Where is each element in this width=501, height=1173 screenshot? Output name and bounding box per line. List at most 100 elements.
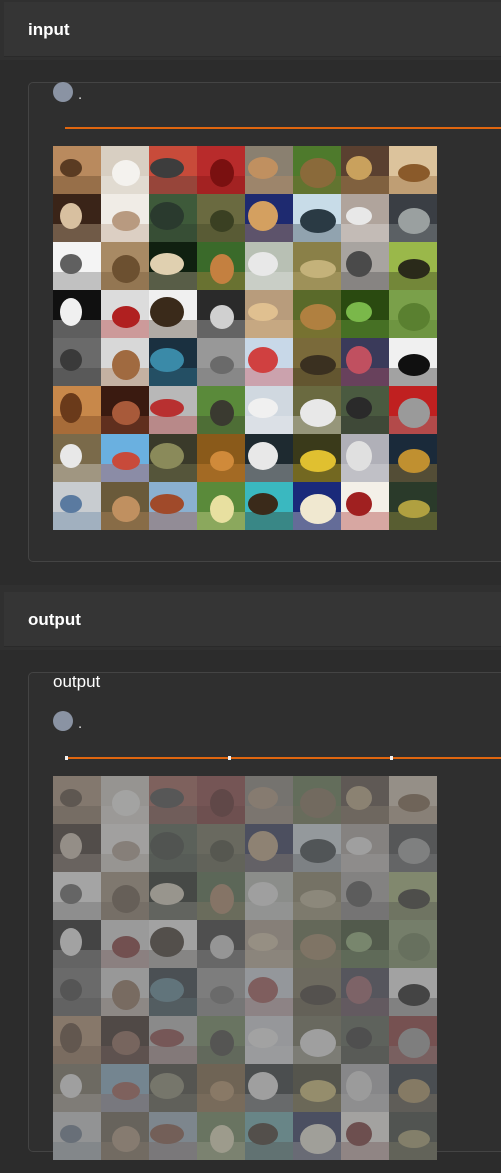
image-thumbnail xyxy=(149,146,197,194)
output-slider-track[interactable] xyxy=(65,756,501,760)
image-thumbnail xyxy=(149,1016,197,1064)
image-thumbnail xyxy=(197,824,245,872)
output-slider-tick xyxy=(390,756,393,760)
image-thumbnail xyxy=(341,1112,389,1160)
image-thumbnail xyxy=(245,968,293,1016)
image-thumbnail xyxy=(293,920,341,968)
image-thumbnail xyxy=(149,338,197,386)
image-thumbnail xyxy=(149,776,197,824)
image-thumbnail xyxy=(197,386,245,434)
image-thumbnail xyxy=(197,920,245,968)
image-thumbnail xyxy=(341,338,389,386)
image-thumbnail xyxy=(341,194,389,242)
image-thumbnail xyxy=(149,824,197,872)
image-thumbnail xyxy=(197,242,245,290)
image-thumbnail xyxy=(389,290,437,338)
image-thumbnail xyxy=(53,386,101,434)
image-thumbnail xyxy=(101,1016,149,1064)
image-thumbnail xyxy=(53,1016,101,1064)
image-thumbnail xyxy=(53,290,101,338)
image-thumbnail xyxy=(197,776,245,824)
image-thumbnail xyxy=(149,872,197,920)
image-thumbnail xyxy=(341,434,389,482)
image-thumbnail xyxy=(245,146,293,194)
image-thumbnail xyxy=(293,338,341,386)
image-thumbnail xyxy=(101,824,149,872)
image-thumbnail xyxy=(293,242,341,290)
image-thumbnail xyxy=(245,1064,293,1112)
input-slider-track[interactable] xyxy=(65,127,501,129)
output-panel-label: output xyxy=(53,672,101,691)
image-thumbnail xyxy=(293,290,341,338)
image-thumbnail xyxy=(293,1016,341,1064)
image-thumbnail xyxy=(293,482,341,530)
image-thumbnail xyxy=(101,968,149,1016)
image-thumbnail xyxy=(341,968,389,1016)
image-thumbnail xyxy=(101,434,149,482)
image-thumbnail xyxy=(197,1064,245,1112)
image-thumbnail xyxy=(245,242,293,290)
image-thumbnail xyxy=(341,824,389,872)
image-thumbnail xyxy=(341,920,389,968)
image-thumbnail xyxy=(389,482,437,530)
image-thumbnail xyxy=(245,1112,293,1160)
image-thumbnail xyxy=(53,872,101,920)
image-thumbnail xyxy=(149,290,197,338)
output-dot-label: . xyxy=(78,715,83,732)
image-thumbnail xyxy=(245,338,293,386)
image-thumbnail xyxy=(101,194,149,242)
image-thumbnail xyxy=(53,338,101,386)
image-thumbnail xyxy=(197,290,245,338)
image-thumbnail xyxy=(389,146,437,194)
image-thumbnail xyxy=(245,194,293,242)
image-thumbnail xyxy=(245,920,293,968)
image-thumbnail xyxy=(389,194,437,242)
image-thumbnail xyxy=(293,1064,341,1112)
image-thumbnail xyxy=(341,290,389,338)
image-thumbnail xyxy=(389,1016,437,1064)
image-thumbnail xyxy=(389,872,437,920)
image-thumbnail xyxy=(53,482,101,530)
image-thumbnail xyxy=(197,968,245,1016)
image-thumbnail xyxy=(53,434,101,482)
input-section-title: input xyxy=(28,20,70,39)
input-section-header: input xyxy=(4,2,501,57)
input-radio-dot[interactable] xyxy=(53,82,73,102)
image-thumbnail xyxy=(389,386,437,434)
image-thumbnail xyxy=(53,776,101,824)
image-thumbnail xyxy=(197,1112,245,1160)
image-thumbnail xyxy=(197,1016,245,1064)
image-thumbnail xyxy=(101,776,149,824)
image-thumbnail xyxy=(245,434,293,482)
image-thumbnail xyxy=(149,1112,197,1160)
image-thumbnail xyxy=(149,386,197,434)
image-thumbnail xyxy=(341,482,389,530)
image-thumbnail xyxy=(101,1112,149,1160)
image-thumbnail xyxy=(293,194,341,242)
image-thumbnail xyxy=(149,968,197,1016)
image-thumbnail xyxy=(341,1016,389,1064)
image-thumbnail xyxy=(101,482,149,530)
image-thumbnail xyxy=(197,872,245,920)
image-thumbnail xyxy=(53,1064,101,1112)
image-thumbnail xyxy=(101,872,149,920)
output-section-header: output xyxy=(4,592,501,647)
image-thumbnail xyxy=(149,434,197,482)
image-thumbnail xyxy=(293,776,341,824)
image-thumbnail xyxy=(149,1064,197,1112)
image-thumbnail xyxy=(197,146,245,194)
input-image-grid xyxy=(53,146,437,530)
image-thumbnail xyxy=(293,386,341,434)
image-thumbnail xyxy=(389,242,437,290)
image-thumbnail xyxy=(341,242,389,290)
image-thumbnail xyxy=(53,968,101,1016)
image-thumbnail xyxy=(53,824,101,872)
image-thumbnail xyxy=(245,872,293,920)
image-thumbnail xyxy=(341,872,389,920)
image-thumbnail xyxy=(389,968,437,1016)
output-radio-dot[interactable] xyxy=(53,711,73,731)
image-thumbnail xyxy=(293,146,341,194)
image-thumbnail xyxy=(197,434,245,482)
image-thumbnail xyxy=(53,1112,101,1160)
image-thumbnail xyxy=(245,386,293,434)
